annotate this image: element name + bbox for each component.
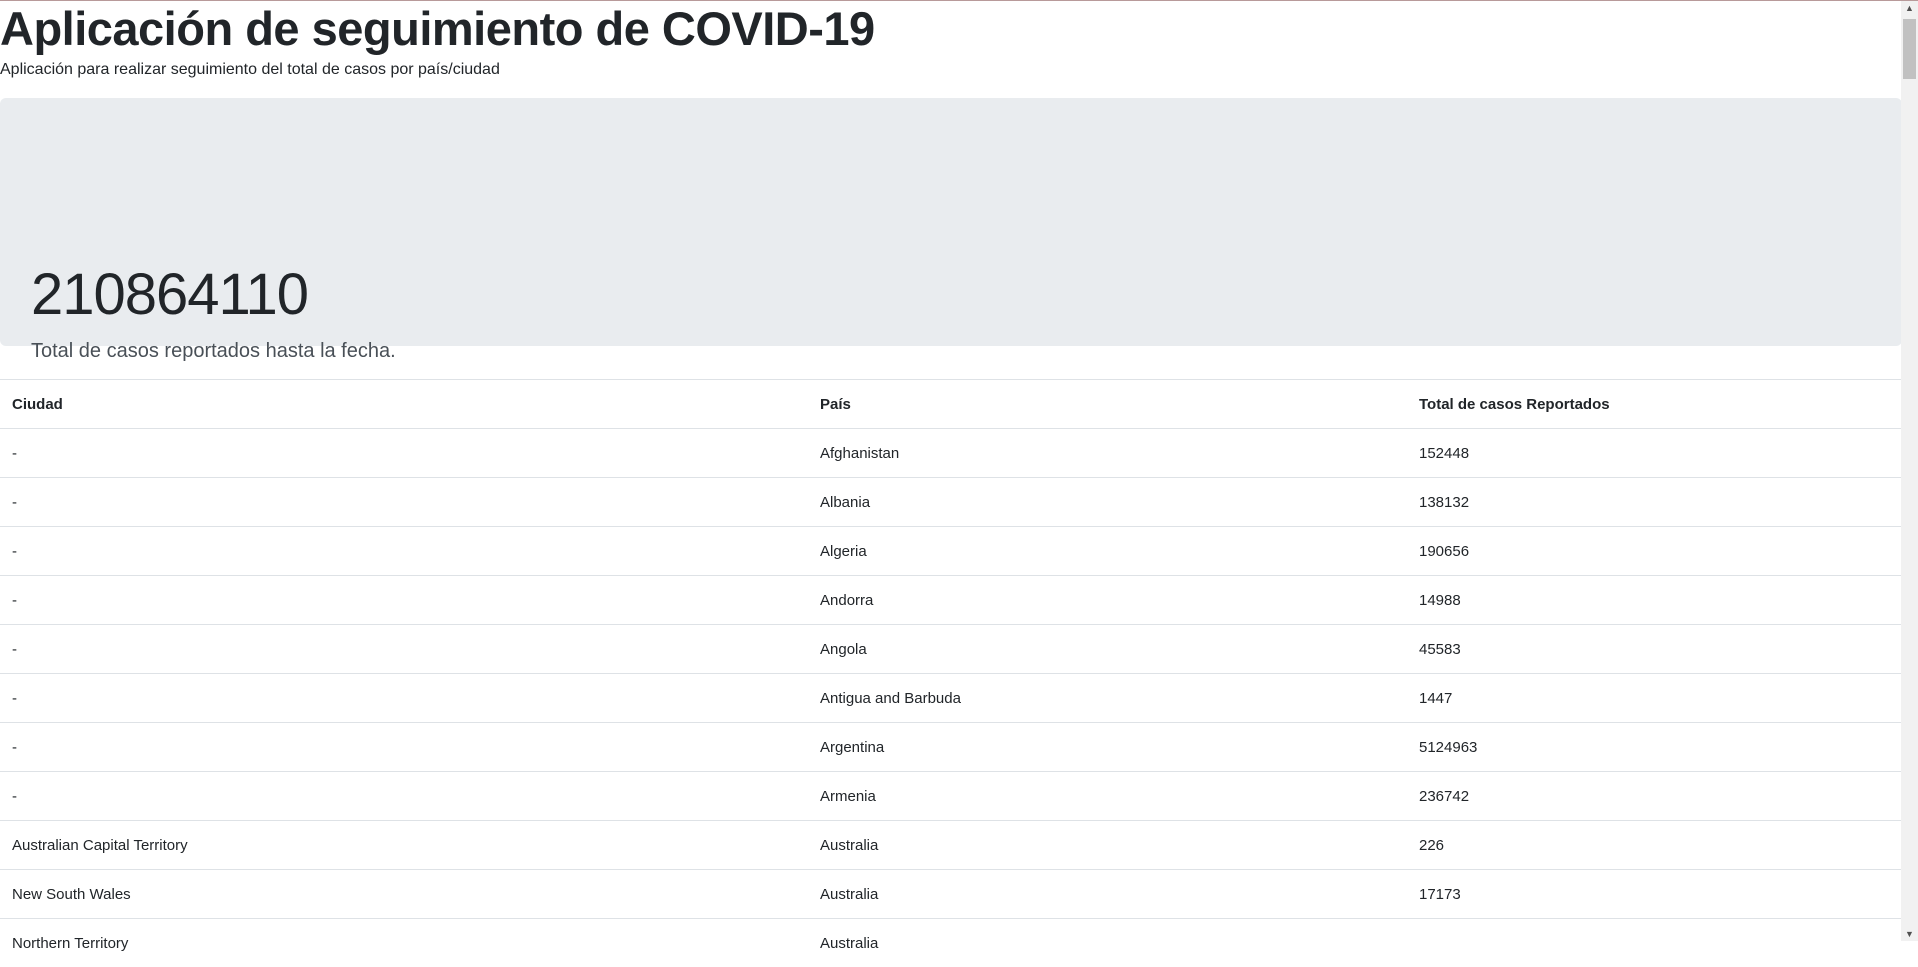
cell-total: 236742	[1407, 772, 1902, 821]
cell-country: Australia	[808, 821, 1407, 870]
table-row: Northern TerritoryAustralia	[0, 919, 1902, 967]
cell-country: Angola	[808, 625, 1407, 674]
cell-country: Australia	[808, 919, 1407, 967]
cell-city: -	[0, 478, 808, 527]
scroll-down-icon[interactable]: ▼	[1905, 929, 1914, 939]
cell-city: -	[0, 576, 808, 625]
cell-total: 1447	[1407, 674, 1902, 723]
cell-city: -	[0, 674, 808, 723]
cell-city: Northern Territory	[0, 919, 808, 967]
page-title: Aplicación de seguimiento de COVID-19	[0, 3, 875, 55]
cell-country: Afghanistan	[808, 429, 1407, 478]
table-row: New South WalesAustralia17173	[0, 870, 1902, 919]
table-row: -Andorra14988	[0, 576, 1902, 625]
cell-total: 14988	[1407, 576, 1902, 625]
cell-city: -	[0, 527, 808, 576]
cell-total: 190656	[1407, 527, 1902, 576]
column-header-total: Total de casos Reportados	[1407, 380, 1902, 429]
table-row: -Angola45583	[0, 625, 1902, 674]
table-row: Australian Capital TerritoryAustralia226	[0, 821, 1902, 870]
scroll-up-icon[interactable]: ▲	[1905, 3, 1914, 13]
table-row: -Argentina5124963	[0, 723, 1902, 772]
cell-country: Algeria	[808, 527, 1407, 576]
cell-country: Australia	[808, 870, 1407, 919]
cell-city: -	[0, 723, 808, 772]
summary-jumbotron: 210864110 Total de casos reportados hast…	[0, 98, 1902, 346]
cell-total: 45583	[1407, 625, 1902, 674]
cell-country: Armenia	[808, 772, 1407, 821]
cell-country: Albania	[808, 478, 1407, 527]
cell-country: Andorra	[808, 576, 1407, 625]
cell-total: 152448	[1407, 429, 1902, 478]
table-row: -Afghanistan152448	[0, 429, 1902, 478]
cell-city: Australian Capital Territory	[0, 821, 808, 870]
column-header-city: Ciudad	[0, 380, 808, 429]
cell-city: -	[0, 625, 808, 674]
table-row: -Armenia236742	[0, 772, 1902, 821]
table-row: -Algeria190656	[0, 527, 1902, 576]
cell-total: 17173	[1407, 870, 1902, 919]
page-subtitle: Aplicación para realizar seguimiento del…	[0, 60, 500, 80]
cases-table: Ciudad País Total de casos Reportados -A…	[0, 379, 1902, 967]
cell-city: -	[0, 429, 808, 478]
cell-city: -	[0, 772, 808, 821]
cell-total: 226	[1407, 821, 1902, 870]
total-cases-caption: Total de casos reportados hasta la fecha…	[31, 339, 396, 363]
table-row: -Antigua and Barbuda1447	[0, 674, 1902, 723]
total-cases: 210864110	[31, 262, 308, 328]
cell-city: New South Wales	[0, 870, 808, 919]
cell-country: Argentina	[808, 723, 1407, 772]
cell-total: 5124963	[1407, 723, 1902, 772]
vertical-scrollbar[interactable]: ▲ ▼	[1901, 1, 1918, 941]
cell-country: Antigua and Barbuda	[808, 674, 1407, 723]
cell-total: 138132	[1407, 478, 1902, 527]
scrollbar-thumb[interactable]	[1903, 19, 1916, 79]
table-header-row: Ciudad País Total de casos Reportados	[0, 380, 1902, 429]
table-row: -Albania138132	[0, 478, 1902, 527]
cell-total	[1407, 919, 1902, 967]
column-header-country: País	[808, 380, 1407, 429]
